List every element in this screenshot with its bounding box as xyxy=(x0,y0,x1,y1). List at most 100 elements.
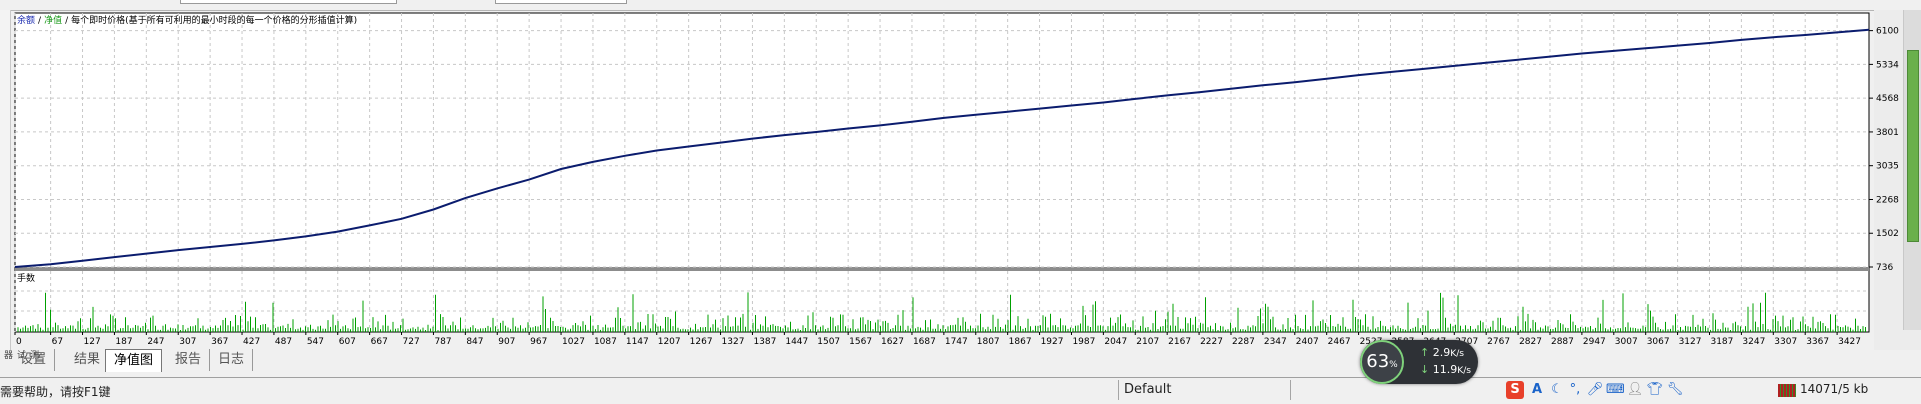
x-tick-label: 187 xyxy=(115,337,132,347)
gauge-unit: % xyxy=(1389,360,1398,370)
chart-legend: 余额 / 净值 / 每个即时价格(基于所有可利用的最小时段的每一个价格的分形插值计算) xyxy=(17,14,357,26)
x-tick-label: 1327 xyxy=(722,337,745,347)
legend-description: 每个即时价格(基于所有可利用的最小时段的每一个价格的分形插值计算) xyxy=(71,14,357,26)
x-tick-label: 3307 xyxy=(1774,337,1797,347)
status-profile[interactable]: Default xyxy=(1124,382,1172,397)
tab-settings[interactable]: 设置 xyxy=(12,349,56,371)
x-axis: 0 67 127 187 247 307 367 427 487 547 607 667 727 787 8… xyxy=(14,332,1861,347)
x-tick-label: 2107 xyxy=(1136,337,1159,347)
x-tick-label: 1627 xyxy=(881,337,904,347)
y-axis: 736 1502 2268 3035 3801 4568 5334 6100 xyxy=(1869,27,1899,273)
x-tick-label: 127 xyxy=(84,337,101,347)
tab-label: 日志 xyxy=(218,352,245,367)
tab-label: 设置 xyxy=(20,352,47,367)
x-tick-label: 3247 xyxy=(1742,337,1765,347)
x-tick-label: 2827 xyxy=(1519,337,1542,347)
x-tick-label: 1387 xyxy=(753,337,776,347)
network-speed-widget[interactable]: 63% ↑ 2.9K/s ↓ 11.9K/s xyxy=(1360,340,1478,384)
tab-label: 结果 xyxy=(74,352,101,367)
y-tick-label: 4568 xyxy=(1876,94,1899,104)
x-tick-label: 2227 xyxy=(1200,337,1223,347)
x-tick-label: 1747 xyxy=(945,337,968,347)
download-speed: ↓ 11.9K/s xyxy=(1420,363,1471,376)
sogou-logo-icon[interactable]: S xyxy=(1506,381,1524,399)
tab-report[interactable]: 报告 xyxy=(167,349,211,371)
x-tick-label: 1867 xyxy=(1009,337,1032,347)
x-tick-label: 1987 xyxy=(1072,337,1095,347)
x-tick-label: 487 xyxy=(275,337,292,347)
x-tick-label: 2047 xyxy=(1104,337,1127,347)
status-separator xyxy=(1290,380,1291,400)
x-tick-label: 247 xyxy=(147,337,164,347)
x-tick-label: 1927 xyxy=(1041,337,1064,347)
x-tick-label: 2287 xyxy=(1232,337,1255,347)
x-tick-label: 0 xyxy=(16,337,22,347)
panel-splitter[interactable] xyxy=(15,267,1869,271)
y-tick-label: 1502 xyxy=(1876,229,1899,239)
x-tick-label: 1147 xyxy=(626,337,649,347)
y-tick-label: 6100 xyxy=(1876,27,1899,37)
upload-arrow-icon: ↑ xyxy=(1420,346,1430,359)
x-tick-label: 307 xyxy=(179,337,196,347)
x-tick-label: 2167 xyxy=(1168,337,1191,347)
tab-label: 净值图 xyxy=(114,353,154,368)
x-tick-label: 1567 xyxy=(849,337,872,347)
keyboard-icon[interactable]: ⌨ xyxy=(1606,381,1625,399)
tab-journal[interactable]: 日志 xyxy=(210,349,254,371)
x-tick-label: 1507 xyxy=(817,337,840,347)
x-tick-label: 1027 xyxy=(562,337,585,347)
moon-icon[interactable]: ☾ xyxy=(1548,381,1566,399)
y-tick-label: 2268 xyxy=(1876,195,1899,205)
gauge-percent: 63 xyxy=(1366,351,1390,372)
upload-unit: K/s xyxy=(1450,348,1465,359)
x-tick-label: 2767 xyxy=(1487,337,1510,347)
equity-chart: 736 1502 2268 3035 3801 4568 5334 6100 0 67 127 18… xyxy=(14,12,1899,347)
tab-results[interactable]: 结果 xyxy=(66,349,110,371)
shirt-icon[interactable]: 👕︎ xyxy=(1646,381,1664,399)
x-tick-label: 847 xyxy=(466,337,483,347)
upload-speed: ↑ 2.9K/s xyxy=(1420,346,1464,359)
font-icon[interactable]: A xyxy=(1528,381,1546,399)
connection-bars-icon xyxy=(1778,384,1796,397)
x-tick-label: 1447 xyxy=(785,337,808,347)
volume-title: 手数 xyxy=(17,272,35,284)
tab-label: 报告 xyxy=(175,352,202,367)
download-unit: K/s xyxy=(1457,365,1472,376)
x-tick-label: 427 xyxy=(243,337,260,347)
x-tick-label: 1267 xyxy=(690,337,713,347)
x-tick-label: 1687 xyxy=(913,337,936,347)
x-tick-label: 727 xyxy=(403,337,420,347)
x-tick-label: 967 xyxy=(530,337,547,347)
memory-gauge: 63% xyxy=(1360,340,1404,384)
x-tick-label: 367 xyxy=(211,337,228,347)
punctuation-icon[interactable]: °, xyxy=(1566,381,1584,399)
legend-equity: 净值 xyxy=(44,14,62,26)
wrench-icon[interactable]: 🔧︎ xyxy=(1666,381,1684,399)
microphone-icon[interactable]: 🎤︎ xyxy=(1586,381,1604,399)
x-tick-label: 667 xyxy=(371,337,388,347)
x-tick-label: 907 xyxy=(498,337,515,347)
y-tick-label: 3801 xyxy=(1876,128,1899,138)
status-help-text: 需要帮助，请按F1键 xyxy=(0,385,111,399)
x-tick-label: 607 xyxy=(339,337,356,347)
user-icon[interactable]: 👤︎ xyxy=(1626,381,1644,399)
y-tick-label: 5334 xyxy=(1876,60,1899,70)
x-tick-label: 787 xyxy=(434,337,451,347)
x-tick-label: 547 xyxy=(307,337,324,347)
x-tick-label: 2947 xyxy=(1583,337,1606,347)
x-tick-label: 3427 xyxy=(1838,337,1861,347)
x-tick-label: 2347 xyxy=(1264,337,1287,347)
legend-balance: 余额 xyxy=(17,14,35,26)
main-plot-area xyxy=(14,12,1870,270)
x-tick-label: 3007 xyxy=(1615,337,1638,347)
x-tick-label: 2407 xyxy=(1296,337,1319,347)
download-arrow-icon: ↓ xyxy=(1420,363,1430,376)
tab-equity-graph[interactable]: 净值图 xyxy=(105,349,163,372)
x-tick-label: 67 xyxy=(52,337,63,347)
x-tick-label: 3067 xyxy=(1647,337,1670,347)
x-tick-label: 2467 xyxy=(1328,337,1351,347)
ime-toolbar: S A ☾ °, 🎤︎ ⌨ 👤︎ 👕︎ 🔧︎ xyxy=(1506,378,1706,402)
status-traffic: 14071/5 kb xyxy=(1800,382,1869,396)
x-tick-label: 3187 xyxy=(1710,337,1733,347)
x-tick-label: 1807 xyxy=(977,337,1000,347)
